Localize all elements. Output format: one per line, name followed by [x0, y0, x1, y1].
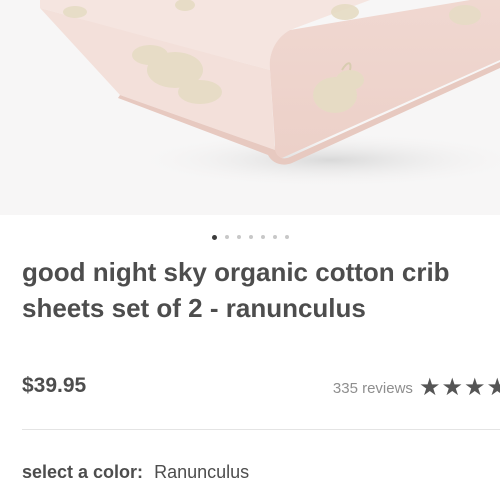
carousel-dot-2[interactable] — [224, 235, 229, 239]
crib-sheet-illustration — [40, 0, 500, 188]
carousel-dot-3[interactable] — [236, 235, 241, 239]
reviews-summary[interactable]: 335 reviews ★ ★ ★ ★ — [333, 376, 500, 400]
product-image[interactable] — [0, 0, 500, 215]
carousel-dot-7[interactable] — [284, 235, 289, 239]
star-rating: ★ ★ ★ ★ — [419, 376, 500, 400]
color-selector-label: select a color: — [22, 462, 144, 482]
carousel-indicator[interactable] — [0, 233, 500, 241]
product-title: good night sky organic cotton crib sheet… — [22, 257, 450, 323]
carousel-dot-4[interactable] — [248, 235, 253, 239]
carousel-dot-6[interactable] — [272, 235, 277, 239]
color-selector[interactable]: select a color: Ranunculus — [22, 462, 249, 483]
reviews-count[interactable]: 335 reviews — [333, 380, 413, 397]
carousel-dot-5[interactable] — [260, 235, 265, 239]
star-icon: ★ — [441, 374, 463, 401]
star-icon: ★ — [418, 374, 441, 401]
product-price: $39.95 — [22, 374, 87, 397]
carousel-dot-1[interactable] — [211, 234, 217, 240]
selected-color-value: Ranunculus — [154, 462, 250, 482]
divider — [22, 429, 500, 430]
star-icon: ★ — [486, 374, 500, 401]
star-icon: ★ — [463, 374, 486, 401]
